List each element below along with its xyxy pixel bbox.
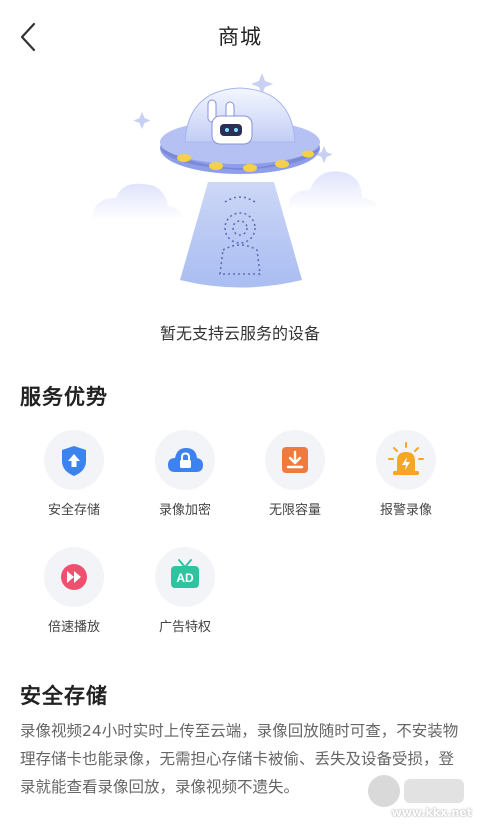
watermark-url: www.kkx.net	[391, 806, 472, 819]
feature-unlimited-capacity[interactable]: 无限容量	[240, 430, 350, 518]
svg-text:AD: AD	[176, 571, 194, 585]
feature-icon-bg	[376, 430, 436, 490]
feature-ad-privilege[interactable]: AD 广告特权	[130, 547, 240, 635]
feature-icon-bg	[44, 547, 104, 607]
feature-fast-playback[interactable]: 倍速播放	[19, 547, 129, 635]
feature-label: 安全存储	[47, 503, 100, 518]
feature-label: 无限容量	[268, 503, 321, 518]
feature-icon-bg	[44, 430, 104, 490]
empty-illustration	[80, 70, 400, 295]
cloud-lock-icon	[168, 448, 203, 472]
feature-secure-storage[interactable]: 安全存储	[19, 430, 129, 518]
detail-title: 安全存储	[20, 684, 108, 708]
empty-state-message: 暂无支持云服务的设备	[159, 324, 320, 343]
header: 商城	[0, 0, 480, 70]
feature-alarm-recording[interactable]: 报警录像	[351, 430, 461, 518]
ad-icon: AD	[171, 559, 199, 588]
feature-icon-bg	[155, 430, 215, 490]
fast-forward-icon	[61, 564, 87, 590]
feature-icon-bg: AD	[155, 547, 215, 607]
feature-recording-encryption[interactable]: 录像加密	[130, 430, 240, 518]
feature-label: 广告特权	[158, 620, 211, 635]
feature-icon-bg	[265, 430, 325, 490]
feature-label: 报警录像	[379, 503, 432, 518]
alarm-light-icon	[388, 442, 424, 475]
download-box-icon	[282, 447, 308, 473]
feature-label: 倍速播放	[47, 620, 100, 635]
page-title: 商城	[218, 25, 262, 49]
watermark: www.kkx.net	[364, 769, 474, 819]
feature-label: 录像加密	[158, 503, 211, 518]
shield-upload-icon	[62, 446, 86, 476]
advantages-title: 服务优势	[20, 385, 108, 409]
